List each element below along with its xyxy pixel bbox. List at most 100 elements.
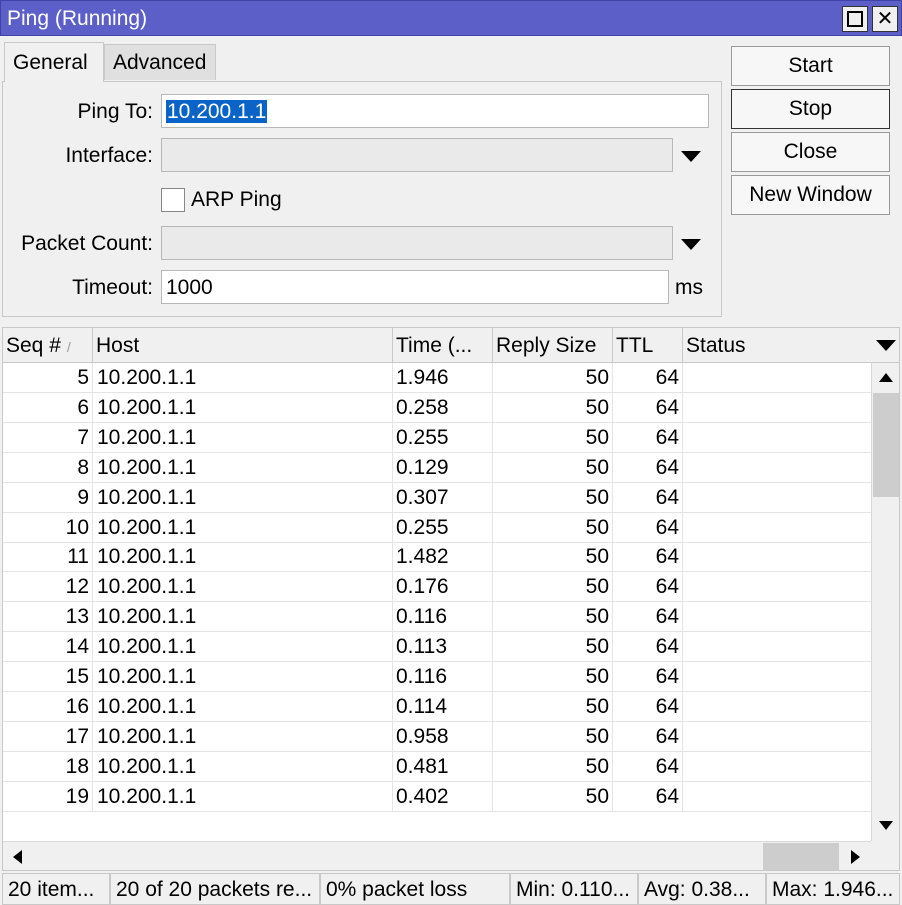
col-header-status[interactable]: Status: [683, 328, 871, 363]
timeout-input[interactable]: 1000: [161, 270, 669, 304]
cell-time: 0.255: [393, 512, 493, 543]
interface-label: Interface:: [65, 144, 153, 167]
cell-seq: 6: [3, 392, 93, 423]
table-row[interactable]: 12 10.200.1.1 0.176 50 64: [3, 572, 871, 603]
cell-reply-size: 50: [493, 781, 613, 812]
cell-status: [683, 363, 871, 393]
cell-status: [683, 542, 871, 572]
table-row[interactable]: 9 10.200.1.1 0.307 50 64: [3, 482, 871, 513]
ping-to-value: 10.200.1.1: [166, 100, 268, 123]
cell-seq: 12: [3, 572, 93, 603]
vertical-scroll-thumb[interactable]: [873, 393, 899, 497]
cell-host: 10.200.1.1: [93, 512, 393, 543]
cell-reply-size: 50: [493, 751, 613, 782]
cell-time: 0.113: [393, 632, 493, 663]
cell-ttl: 64: [613, 363, 683, 393]
horizontal-scroll-thumb[interactable]: [763, 843, 839, 870]
cell-status: [683, 632, 871, 662]
stop-button[interactable]: Stop: [731, 89, 890, 129]
cell-ttl: 64: [613, 512, 683, 543]
title-bar[interactable]: Ping (Running) ✕: [0, 0, 902, 36]
cell-status: [683, 722, 871, 752]
cell-time: 0.114: [393, 691, 493, 722]
col-header-reply-size[interactable]: Reply Size: [493, 328, 613, 363]
packet-count-dropdown-icon[interactable]: [681, 239, 701, 250]
cell-status: [683, 483, 871, 513]
cell-time: 0.402: [393, 781, 493, 812]
col-header-host[interactable]: Host: [93, 328, 393, 363]
new-window-button[interactable]: New Window: [731, 175, 890, 215]
tab-general-label: General: [13, 50, 88, 74]
horizontal-scrollbar[interactable]: [3, 841, 871, 870]
table-row[interactable]: 8 10.200.1.1 0.129 50 64: [3, 452, 871, 483]
status-packets-received: 20 of 20 packets re...: [110, 873, 320, 905]
status-avg: Avg: 0.38...: [638, 873, 766, 905]
table-row[interactable]: 6 10.200.1.1 0.258 50 64: [3, 392, 871, 423]
col-header-ttl-label: TTL: [616, 334, 654, 357]
cell-reply-size: 50: [493, 602, 613, 633]
cell-reply-size: 50: [493, 452, 613, 483]
tab-advanced-label: Advanced: [113, 50, 207, 74]
cell-seq: 9: [3, 482, 93, 513]
tab-general[interactable]: General: [4, 42, 104, 82]
packet-count-select[interactable]: [161, 226, 673, 260]
interface-dropdown-icon[interactable]: [681, 151, 701, 162]
col-header-status-label: Status: [686, 334, 746, 357]
maximize-button[interactable]: [842, 6, 868, 32]
cell-reply-size: 50: [493, 662, 613, 692]
cell-host: 10.200.1.1: [93, 751, 393, 782]
cell-host: 10.200.1.1: [93, 542, 393, 573]
cell-host: 10.200.1.1: [93, 602, 393, 633]
cell-ttl: 64: [613, 602, 683, 633]
cell-status: [683, 752, 871, 782]
table-row[interactable]: 7 10.200.1.1 0.255 50 64: [3, 422, 871, 453]
scroll-down-icon[interactable]: [879, 821, 893, 830]
close-button[interactable]: Close: [731, 132, 890, 172]
col-header-seq[interactable]: Seq # /: [3, 328, 93, 363]
table-row[interactable]: 19 10.200.1.1 0.402 50 64: [3, 781, 871, 812]
interface-select[interactable]: [161, 138, 673, 172]
cell-seq: 18: [3, 751, 93, 782]
cell-time: 0.258: [393, 392, 493, 423]
start-button[interactable]: Start: [731, 46, 890, 86]
vertical-scrollbar[interactable]: [871, 363, 899, 841]
status-item-count: 20 item...: [2, 873, 110, 905]
scroll-left-icon[interactable]: [13, 850, 22, 864]
maximize-icon: [847, 11, 863, 27]
table-row[interactable]: 11 10.200.1.1 1.482 50 64: [3, 542, 871, 573]
cell-host: 10.200.1.1: [93, 482, 393, 513]
table-row[interactable]: 15 10.200.1.1 0.116 50 64: [3, 662, 871, 692]
table-row[interactable]: 18 10.200.1.1 0.481 50 64: [3, 751, 871, 782]
ping-results-table: Seq # / Host Time (... Reply Size TTL Sta…: [2, 327, 900, 871]
scroll-up-icon[interactable]: [879, 373, 893, 382]
cell-reply-size: 50: [493, 691, 613, 722]
scroll-right-icon[interactable]: [851, 850, 860, 864]
cell-host: 10.200.1.1: [93, 721, 393, 752]
table-row[interactable]: 5 10.200.1.1 1.946 50 64: [3, 363, 871, 393]
tab-advanced[interactable]: Advanced: [104, 44, 216, 80]
column-menu-button[interactable]: [871, 328, 899, 363]
cell-seq: 17: [3, 721, 93, 752]
cell-time: 1.482: [393, 542, 493, 573]
table-row[interactable]: 17 10.200.1.1 0.958 50 64: [3, 721, 871, 752]
col-header-seq-label: Seq #: [6, 334, 61, 357]
ping-to-input[interactable]: 10.200.1.1: [161, 94, 709, 128]
cell-time: 0.255: [393, 422, 493, 453]
table-row[interactable]: 14 10.200.1.1 0.113 50 64: [3, 632, 871, 663]
window-title: Ping (Running): [7, 7, 148, 30]
cell-time: 1.946: [393, 363, 493, 393]
cell-time: 0.129: [393, 452, 493, 483]
col-header-ttl[interactable]: TTL: [613, 328, 683, 363]
close-window-button[interactable]: ✕: [872, 6, 898, 32]
table-row[interactable]: 16 10.200.1.1 0.114 50 64: [3, 691, 871, 722]
cell-ttl: 64: [613, 542, 683, 573]
table-row[interactable]: 10 10.200.1.1 0.255 50 64: [3, 512, 871, 543]
arp-ping-checkbox[interactable]: [161, 188, 185, 212]
col-header-time[interactable]: Time (...: [393, 328, 493, 363]
table-row[interactable]: 13 10.200.1.1 0.116 50 64: [3, 602, 871, 633]
cell-seq: 10: [3, 512, 93, 543]
cell-time: 0.307: [393, 482, 493, 513]
cell-ttl: 64: [613, 572, 683, 603]
cell-reply-size: 50: [493, 363, 613, 393]
cell-host: 10.200.1.1: [93, 572, 393, 603]
